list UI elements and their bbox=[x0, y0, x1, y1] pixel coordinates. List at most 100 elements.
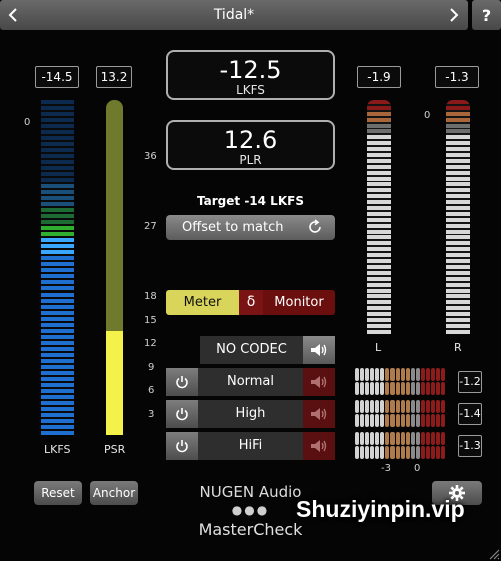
scale-tick: 6 bbox=[148, 385, 155, 396]
channel-meter-segment bbox=[446, 129, 470, 134]
codec-label[interactable]: Normal bbox=[198, 368, 303, 396]
lkfs-meter-segment bbox=[41, 112, 74, 117]
codec-peak-segment bbox=[390, 400, 395, 413]
channel-meter-segment bbox=[446, 264, 470, 269]
lkfs-meter-segment bbox=[41, 280, 74, 285]
channel-meter-segment bbox=[367, 182, 391, 187]
codec-peak-segment bbox=[405, 432, 410, 445]
codec-listen-button[interactable] bbox=[303, 432, 335, 460]
offset-to-match-button[interactable]: Offset to match bbox=[166, 215, 335, 240]
codec-peak-segment bbox=[410, 446, 415, 459]
codec-peak-segment bbox=[410, 400, 415, 413]
codec-peak-segment bbox=[430, 414, 435, 427]
chevron-right-icon bbox=[450, 8, 459, 22]
codec-peak-segment bbox=[400, 414, 405, 427]
anchor-button[interactable]: Anchor bbox=[90, 481, 138, 505]
codec-peak-segment bbox=[370, 414, 375, 427]
codec-peak-segment bbox=[430, 446, 435, 459]
codec-peak-segment bbox=[405, 400, 410, 413]
codec-listen-button[interactable] bbox=[303, 336, 335, 364]
codec-power-button[interactable] bbox=[166, 432, 198, 460]
codec-peak-segment bbox=[385, 446, 390, 459]
monitor-mode-button[interactable]: Monitor bbox=[263, 290, 335, 315]
codec-peak-segment bbox=[420, 400, 425, 413]
codec-peak-segment bbox=[355, 414, 360, 427]
lkfs-meter-segment bbox=[41, 274, 74, 279]
delta-button[interactable]: δ bbox=[239, 290, 263, 315]
lkfs-meter-segment bbox=[41, 322, 74, 327]
codec-peak-segment bbox=[441, 446, 446, 459]
codec-listen-button[interactable] bbox=[303, 368, 335, 396]
codec-peak-segment bbox=[410, 414, 415, 427]
channel-meter-segment bbox=[367, 276, 391, 281]
reset-button[interactable]: Reset bbox=[34, 481, 82, 505]
lkfs-meter-segment bbox=[41, 190, 74, 195]
channel-meter-segment bbox=[367, 117, 391, 122]
lkfs-meter-segment bbox=[41, 166, 74, 171]
prev-preset-button[interactable] bbox=[0, 0, 26, 30]
channel-meter-segment bbox=[367, 164, 391, 169]
channel-meter-segment bbox=[367, 259, 391, 264]
meter-mode-button[interactable]: Meter bbox=[166, 290, 239, 315]
codec-peak-segment bbox=[436, 368, 441, 381]
lkfs-meter-segment bbox=[41, 100, 74, 104]
next-preset-button[interactable] bbox=[441, 0, 467, 30]
codec-peak-segment bbox=[430, 382, 435, 395]
codec-peak-segment bbox=[425, 446, 430, 459]
codec-peak-segment bbox=[395, 446, 400, 459]
codec-peak-segment bbox=[375, 382, 380, 395]
lkfs-meter-segment bbox=[41, 376, 74, 381]
codec-peak-segment bbox=[370, 368, 375, 381]
speaker-icon bbox=[311, 344, 327, 356]
channel-meter-segment bbox=[367, 135, 391, 140]
channel-meter-segment bbox=[446, 294, 470, 299]
channel-meter-segment bbox=[367, 235, 391, 240]
codec-peak-segment bbox=[390, 382, 395, 395]
channel-meter-segment bbox=[367, 188, 391, 193]
lkfs-meter-segment bbox=[41, 106, 74, 111]
channel-meter-segment bbox=[446, 241, 470, 246]
help-button[interactable]: ? bbox=[472, 0, 501, 30]
codec-peak-segment bbox=[360, 432, 365, 445]
lkfs-meter-segment bbox=[41, 178, 74, 183]
lkfs-scale-zero: 0 bbox=[24, 117, 31, 128]
watermark: Shuziyinpin.vip bbox=[296, 496, 465, 522]
psr-meter bbox=[106, 100, 123, 435]
left-channel-label: L bbox=[375, 341, 382, 354]
codec-label[interactable]: High bbox=[198, 400, 303, 428]
codec-peak-segment bbox=[400, 400, 405, 413]
codec-peak-segment bbox=[365, 432, 370, 445]
channel-meter-segment bbox=[367, 329, 391, 334]
codec-peak-segment bbox=[380, 414, 385, 427]
channel-meter-segment bbox=[446, 259, 470, 264]
channel-meter-segment bbox=[367, 153, 391, 158]
codec-power-button[interactable] bbox=[166, 368, 198, 396]
codec-scale-max: 0 bbox=[414, 463, 421, 474]
channel-meter-segment bbox=[446, 200, 470, 205]
codec-peak-segment bbox=[405, 368, 410, 381]
channel-meter-segment bbox=[367, 170, 391, 175]
plr-readout[interactable]: 12.6 PLR bbox=[166, 120, 335, 170]
loudness-readout[interactable]: -12.5 LKFS bbox=[166, 50, 335, 100]
right-channel-label: R bbox=[454, 341, 462, 354]
codec-peak-segment bbox=[430, 400, 435, 413]
lkfs-meter-segment bbox=[41, 160, 74, 165]
codec-row-hifi: HiFi bbox=[166, 432, 335, 460]
channel-meter-segment bbox=[367, 200, 391, 205]
codec-peak-segment bbox=[360, 368, 365, 381]
codec-peak-segment bbox=[355, 368, 360, 381]
codec-label[interactable]: NO CODEC bbox=[200, 336, 303, 364]
channel-meter-segment bbox=[446, 247, 470, 252]
codec-label[interactable]: HiFi bbox=[198, 432, 303, 460]
codec-power-button[interactable] bbox=[166, 400, 198, 428]
codec-peak-segment bbox=[385, 432, 390, 445]
scale-tick: 27 bbox=[144, 221, 157, 232]
lkfs-meter-segment bbox=[41, 364, 74, 369]
codec-scale-min: -3 bbox=[381, 463, 391, 474]
preset-name[interactable]: Tidal* bbox=[30, 0, 438, 30]
channel-meter-segment bbox=[446, 105, 470, 110]
resize-grip-icon[interactable] bbox=[488, 548, 500, 560]
codec-peak-segment bbox=[441, 368, 446, 381]
codec-listen-button[interactable] bbox=[303, 400, 335, 428]
scale-tick: 18 bbox=[144, 291, 157, 302]
